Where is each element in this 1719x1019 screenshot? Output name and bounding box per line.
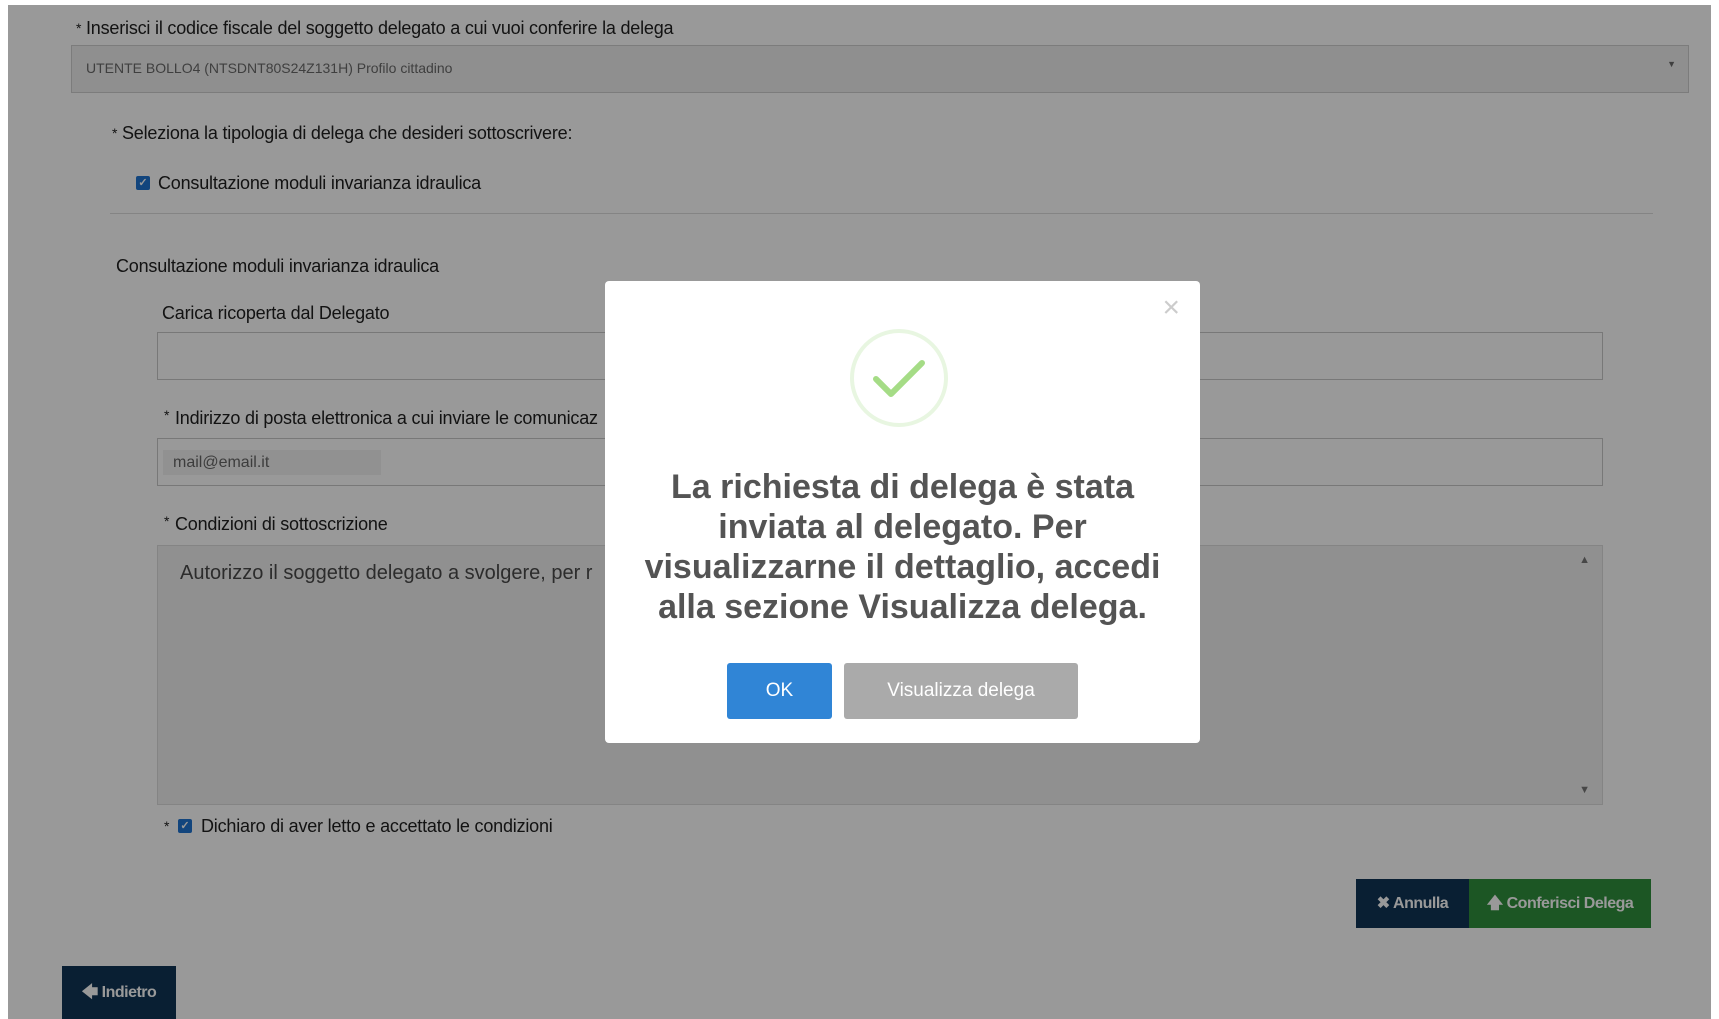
success-check-icon — [850, 329, 948, 427]
view-delegation-button[interactable]: Visualizza delega — [844, 663, 1078, 719]
close-icon[interactable]: × — [1162, 293, 1180, 323]
success-modal: × La richiesta di delega è stata inviata… — [605, 281, 1200, 743]
ok-button[interactable]: OK — [727, 663, 832, 719]
modal-message: La richiesta di delega è stata inviata a… — [644, 468, 1161, 626]
